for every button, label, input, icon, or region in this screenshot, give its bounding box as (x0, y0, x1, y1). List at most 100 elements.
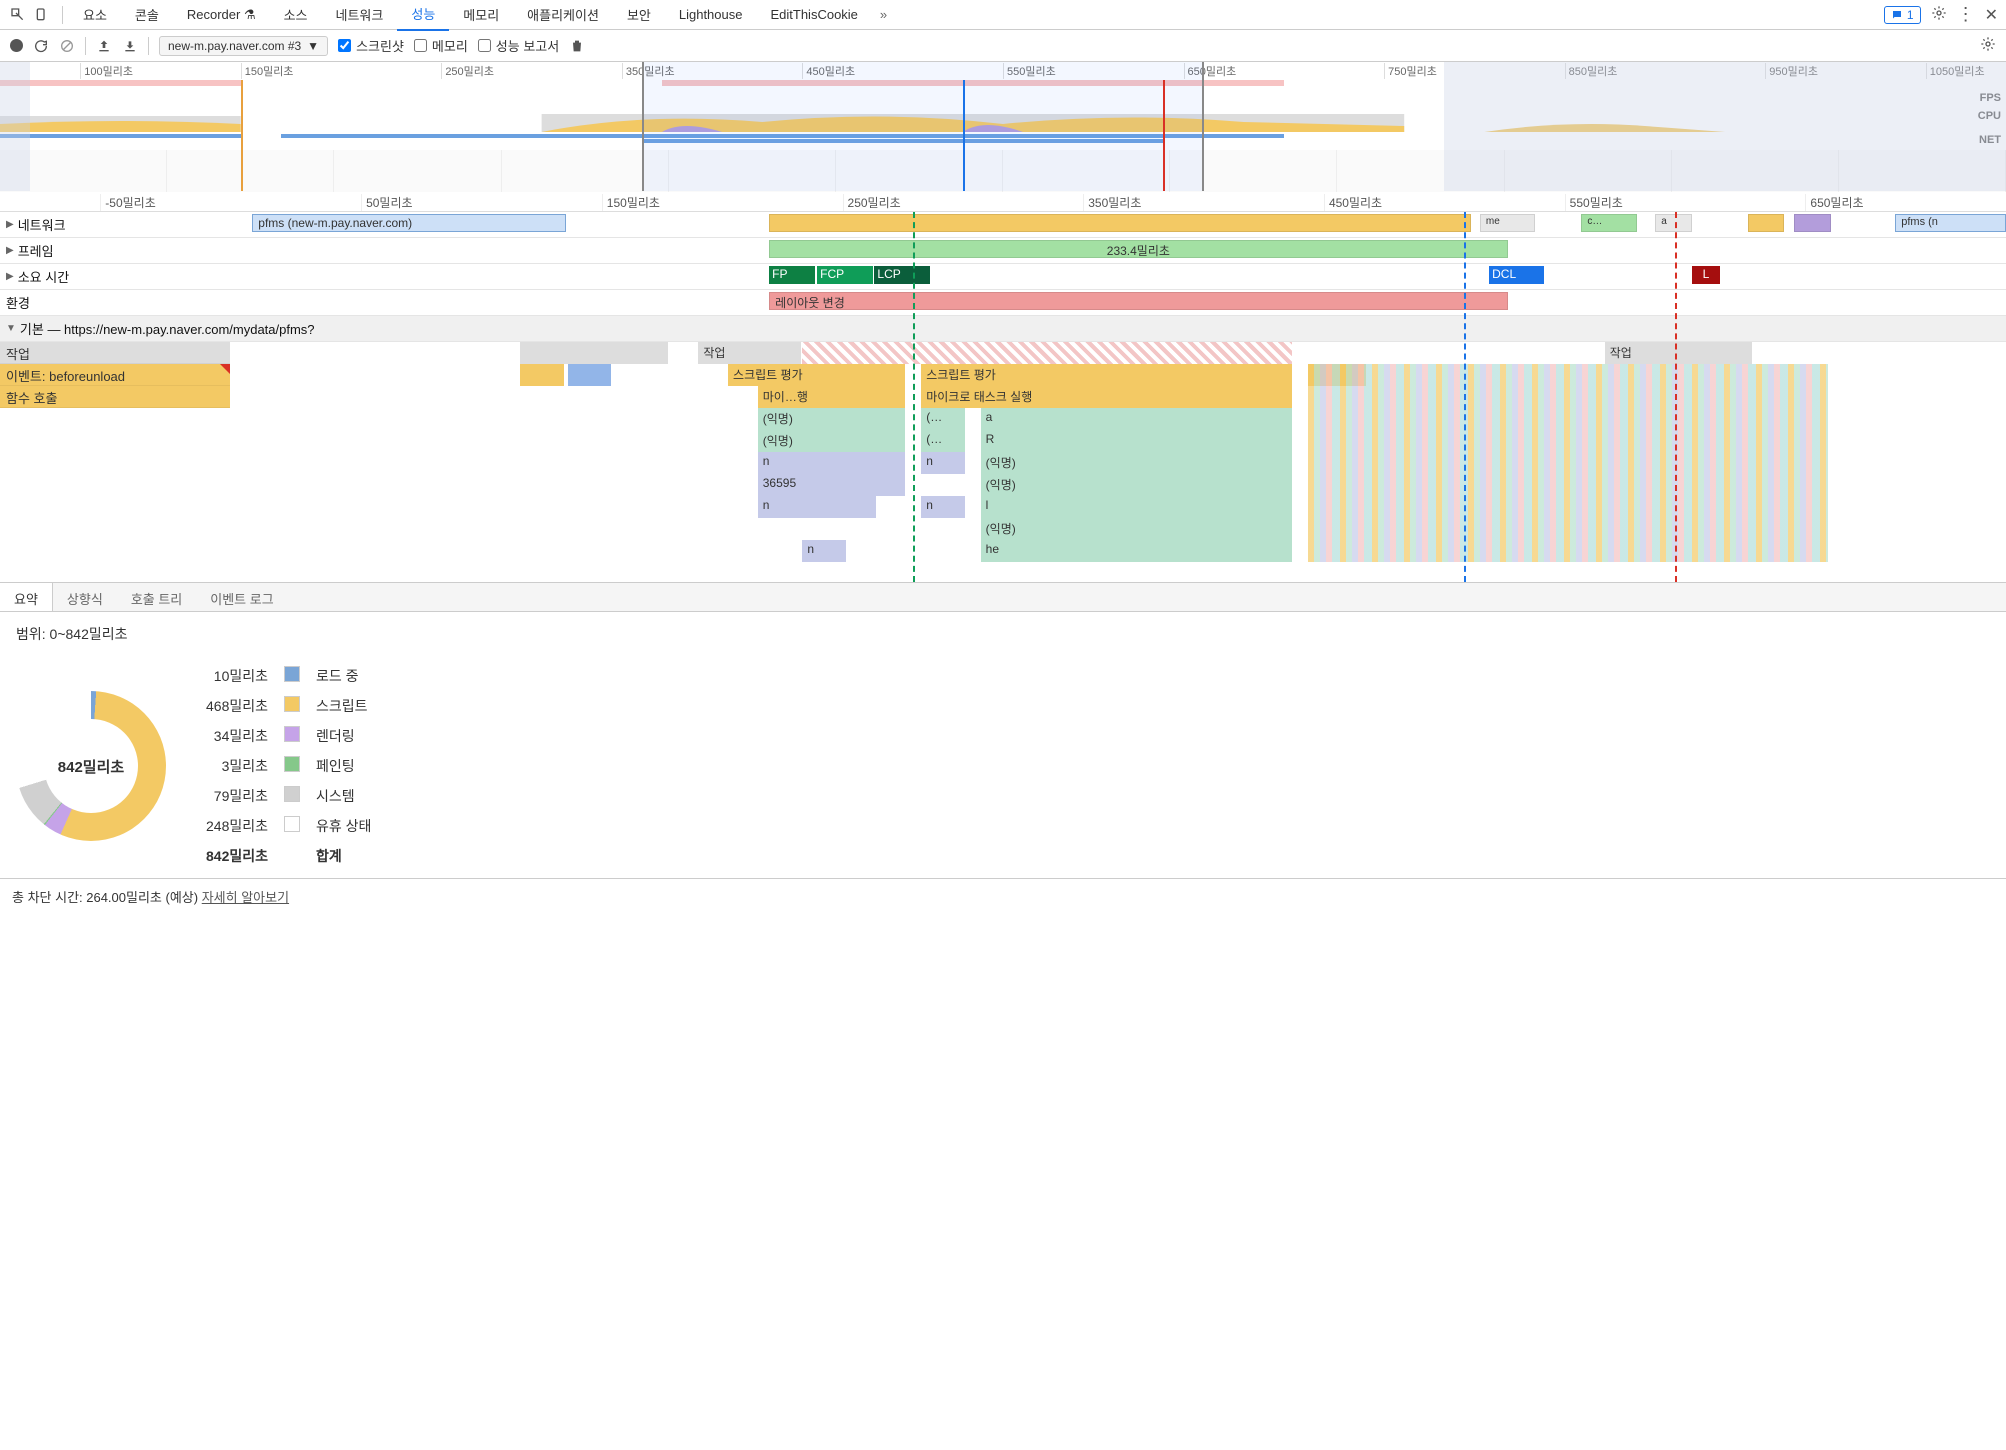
env-track[interactable]: 환경 레이아웃 변경 (0, 290, 2006, 316)
tab-security[interactable]: 보안 (613, 0, 665, 30)
overview-timeline[interactable]: 100밀리초 150밀리초 250밀리초 350밀리초 450밀리초 550밀리… (0, 62, 2006, 192)
net-request-bar[interactable]: pfms (n (1895, 214, 2006, 232)
flame-bar[interactable]: (익명) (758, 408, 907, 430)
flame-bar[interactable]: n (921, 496, 966, 518)
more-icon[interactable]: ⋮ (1957, 4, 1975, 25)
tab-editthiscookie[interactable]: EditThisCookie (756, 1, 871, 28)
flame-bar[interactable]: 마이…행 (758, 386, 907, 408)
flame-task[interactable]: 작업 (0, 342, 230, 364)
timing-track[interactable]: ▶소요 시간 FP FCP LCP DCL L (0, 264, 2006, 290)
network-track[interactable]: ▶네트워크 pfms (new-m.pay.naver.com) me c… a… (0, 212, 2006, 238)
flame-bar[interactable] (802, 342, 1292, 364)
frames-track[interactable]: ▶프레임 233.4밀리초 (0, 238, 2006, 264)
net-request-bar[interactable] (1794, 214, 1831, 232)
capture-settings-icon[interactable] (1980, 36, 1996, 55)
inspect-icon[interactable] (8, 5, 28, 25)
clear-icon[interactable] (59, 38, 75, 54)
tabs-overflow-icon[interactable]: » (872, 7, 895, 22)
flame-bar[interactable] (520, 364, 565, 386)
flame-bar[interactable]: (익명) (981, 474, 1293, 496)
dtab-eventlog[interactable]: 이벤트 로그 (196, 583, 287, 611)
screenshots-checkbox[interactable]: 스크린샷 (338, 36, 404, 55)
perf-report-checkbox[interactable]: 성능 보고서 (478, 36, 559, 55)
flame-bar[interactable]: he (981, 540, 1293, 562)
overview-selection[interactable] (642, 62, 1204, 191)
flame-bar[interactable] (520, 342, 669, 364)
tab-sources[interactable]: 소스 (270, 0, 322, 30)
lcp-marker[interactable]: LCP (874, 266, 929, 284)
flame-bar[interactable]: 마이크로 태스크 실행 (921, 386, 1293, 408)
upload-icon[interactable] (96, 38, 112, 54)
flame-bar[interactable]: 36595 (758, 474, 907, 496)
tab-performance[interactable]: 성능 (397, 0, 449, 31)
flame-bar[interactable]: (… (921, 408, 966, 430)
divider (148, 37, 149, 55)
flame-bar[interactable]: n (921, 452, 966, 474)
learn-more-link[interactable]: 자세히 알아보기 (202, 890, 289, 905)
dtab-calltree[interactable]: 호출 트리 (117, 583, 196, 611)
fcp-marker[interactable]: FCP (817, 266, 872, 284)
summary-range: 범위: 0~842밀리초 (16, 624, 1990, 644)
flame-chart[interactable]: 작업 이벤트: beforeunload 함수 호출 작업 작업 스크립트 평가… (0, 342, 2006, 582)
flame-bar[interactable]: 스크립트 평가 (728, 364, 906, 386)
main-thread-header[interactable]: ▼기본 — https://new-m.pay.naver.com/mydata… (0, 316, 2006, 342)
net-request-bar[interactable] (1748, 214, 1785, 232)
frame-bar[interactable]: 233.4밀리초 (769, 240, 1507, 258)
dtab-bottomup[interactable]: 상향식 (53, 583, 117, 611)
tab-console[interactable]: 콘솔 (121, 0, 173, 30)
legend-label: 유휴 상태 (316, 816, 371, 836)
flame-bar[interactable]: 작업 (1605, 342, 1754, 364)
settings-icon[interactable] (1931, 5, 1947, 24)
layout-shift-bar[interactable]: 레이아웃 변경 (769, 292, 1507, 310)
flame-bar[interactable]: l (981, 496, 1293, 518)
flame-call[interactable]: 함수 호출 (0, 386, 230, 408)
net-request-bar[interactable]: pfms (new-m.pay.naver.com) (252, 214, 566, 232)
tab-recorder[interactable]: Recorder ⚗ (173, 1, 270, 29)
dtab-summary[interactable]: 요약 (0, 583, 53, 611)
tab-network[interactable]: 네트워크 (322, 0, 398, 30)
dcl-marker[interactable]: DCL (1489, 266, 1544, 284)
load-marker[interactable]: L (1692, 266, 1720, 284)
record-button[interactable] (10, 39, 23, 52)
net-request-bar[interactable] (769, 214, 1470, 232)
download-icon[interactable] (122, 38, 138, 54)
tab-memory[interactable]: 메모리 (449, 0, 513, 30)
legend-label: 렌더링 (316, 726, 371, 746)
target-selector[interactable]: new-m.pay.naver.com #3▼ (159, 36, 328, 56)
net-request-bar[interactable]: c… (1581, 214, 1636, 232)
close-icon[interactable]: ✕ (1985, 5, 1998, 25)
flame-bar[interactable]: n (758, 496, 877, 518)
flame-bar[interactable]: (익명) (758, 430, 907, 452)
memory-checkbox[interactable]: 메모리 (414, 36, 468, 55)
reload-record-icon[interactable] (33, 38, 49, 54)
net-request-bar[interactable]: a (1655, 214, 1692, 232)
flame-bar[interactable] (568, 364, 613, 386)
flame-bar[interactable]: (… (921, 430, 966, 452)
net-request-bar[interactable]: me (1480, 214, 1535, 232)
flame-bar[interactable]: (익명) (981, 518, 1293, 540)
legend-label: 시스템 (316, 786, 371, 806)
summary-panel: 범위: 0~842밀리초 842밀리초 10밀리초로드 중468밀리초스크립트3… (0, 612, 2006, 878)
legend-time: 3밀리초 (206, 756, 268, 776)
legend-time: 468밀리초 (206, 696, 268, 716)
tab-application[interactable]: 애플리케이션 (513, 0, 613, 30)
tab-lighthouse[interactable]: Lighthouse (665, 1, 757, 28)
issues-badge[interactable]: 1 (1884, 6, 1921, 24)
flame-bar[interactable]: (익명) (981, 452, 1293, 474)
legend-time: 248밀리초 (206, 816, 268, 836)
legend-swatch (284, 756, 300, 776)
device-toggle-icon[interactable] (32, 5, 52, 25)
trash-icon[interactable] (569, 38, 585, 54)
fp-marker[interactable]: FP (769, 266, 815, 284)
flame-bar[interactable]: 작업 (698, 342, 802, 364)
flame-bar[interactable]: R (981, 430, 1293, 452)
flame-bar[interactable]: n (758, 452, 907, 474)
flame-bar[interactable]: 스크립트 평가 (921, 364, 1293, 386)
flame-bar[interactable]: a (981, 408, 1293, 430)
flame-bar[interactable]: n (802, 540, 847, 562)
devtools-tab-bar: 요소 콘솔 Recorder ⚗ 소스 네트워크 성능 메모리 애플리케이션 보… (0, 0, 2006, 30)
tab-elements[interactable]: 요소 (69, 0, 121, 30)
summary-donut: 842밀리초 (16, 691, 166, 841)
flame-event[interactable]: 이벤트: beforeunload (0, 364, 230, 386)
marker (963, 80, 965, 191)
